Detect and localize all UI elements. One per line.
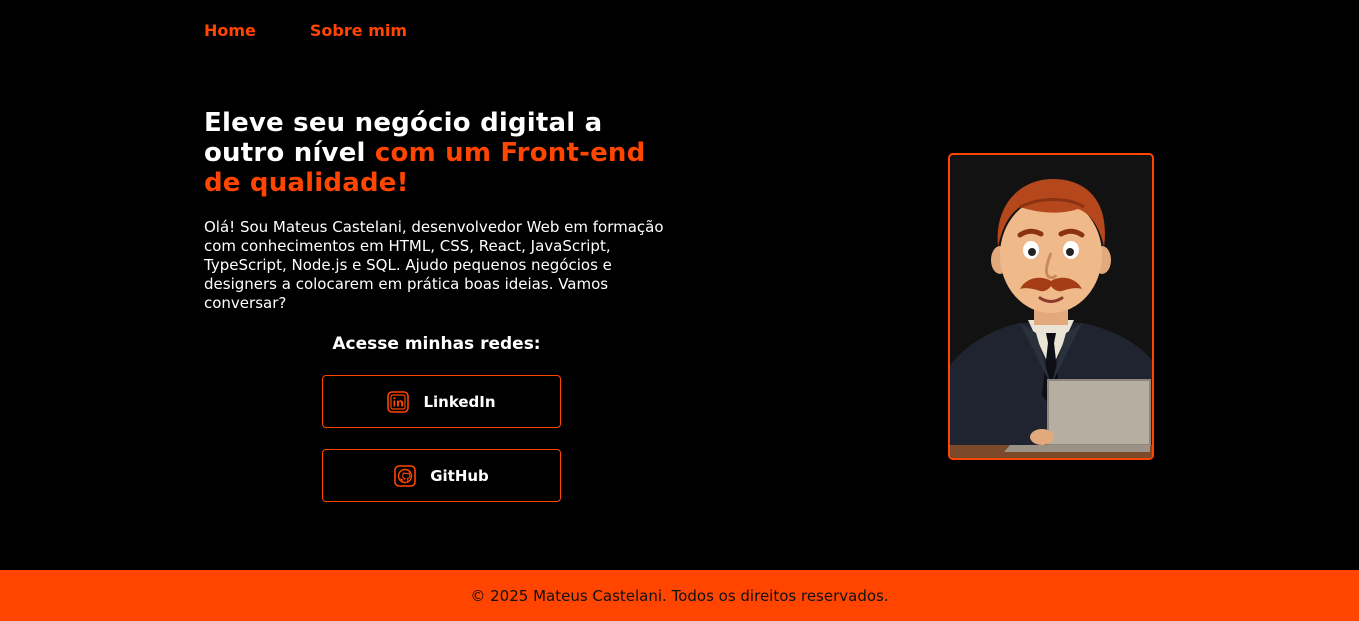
hero-headline: Eleve seu negócio digital a outro nível … xyxy=(204,108,684,198)
hero-intro: Olá! Sou Mateus Castelani, desenvolvedor… xyxy=(204,218,664,312)
github-icon xyxy=(394,464,417,487)
nav-home-link[interactable]: Home xyxy=(204,20,256,42)
top-nav: Home Sobre mim xyxy=(204,20,407,42)
social-title: Acesse minhas redes: xyxy=(332,334,541,354)
linkedin-button[interactable]: LinkedIn xyxy=(322,375,561,428)
github-button[interactable]: GitHub xyxy=(322,449,561,502)
footer: © 2025 Mateus Castelani. Todos os direit… xyxy=(0,570,1359,621)
footer-copyright: © 2025 Mateus Castelani. Todos os direit… xyxy=(470,586,889,605)
cartoon-portrait xyxy=(950,155,1152,458)
avatar-illustration xyxy=(948,153,1154,460)
nav-sobre-mim-link[interactable]: Sobre mim xyxy=(310,20,407,42)
social-section: Acesse minhas redes: LinkedIn GitHub xyxy=(322,333,561,502)
hero-section: Eleve seu negócio digital a outro nível … xyxy=(204,108,684,313)
github-label: GitHub xyxy=(430,466,489,485)
linkedin-icon xyxy=(387,390,410,413)
linkedin-label: LinkedIn xyxy=(423,392,496,411)
